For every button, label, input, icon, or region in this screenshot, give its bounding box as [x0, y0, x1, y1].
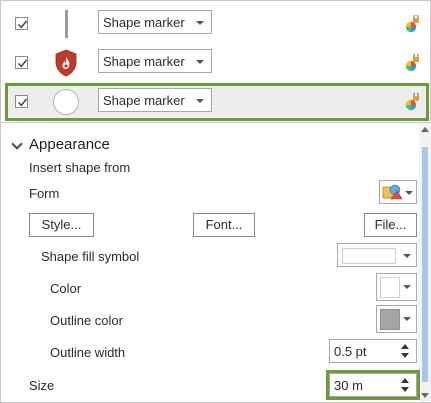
- lock-color-icon[interactable]: [403, 93, 421, 111]
- collapse-chevron-icon[interactable]: [11, 138, 23, 150]
- outline-color-swatch: [380, 309, 400, 330]
- lock-color-icon[interactable]: [403, 54, 421, 72]
- increment-icon[interactable]: [401, 344, 409, 349]
- layer-1-type-dropdown[interactable]: Shape marker: [98, 10, 212, 34]
- caret-down-icon: [405, 191, 413, 195]
- outline-width-value[interactable]: 0.5 pt: [334, 344, 367, 359]
- scroll-down-icon[interactable]: [421, 393, 429, 398]
- color-picker[interactable]: [376, 273, 417, 301]
- caret-down-icon: [403, 317, 411, 321]
- increment-icon[interactable]: [401, 378, 409, 383]
- symbol-layers-panel: Shape marker Shape marker Shape marker A…: [0, 0, 431, 403]
- insert-shape-from-label: Insert shape from: [29, 160, 131, 175]
- vertical-bar-marker-icon: [51, 9, 81, 39]
- scroll-up-icon[interactable]: [421, 127, 429, 132]
- outline-color-label: Outline color: [50, 313, 123, 328]
- style-button[interactable]: Style...: [29, 213, 94, 237]
- outline-width-spinner[interactable]: 0.5 pt: [329, 339, 417, 363]
- form-label: Form: [29, 186, 60, 201]
- outline-width-label: Outline width: [50, 345, 126, 360]
- dropdown-value: Shape marker: [103, 93, 185, 108]
- shape-fill-symbol-label: Shape fill symbol: [41, 249, 140, 264]
- layer-3-type-dropdown[interactable]: Shape marker: [98, 88, 212, 112]
- decrement-icon[interactable]: [401, 387, 409, 392]
- layer-1-checkbox[interactable]: [15, 17, 28, 30]
- fire-shield-marker-icon: [51, 48, 81, 78]
- caret-down-icon: [196, 60, 204, 64]
- section-divider: [1, 122, 431, 123]
- caret-down-icon: [403, 254, 411, 258]
- font-button[interactable]: Font...: [193, 213, 255, 237]
- color-swatch: [380, 277, 400, 298]
- decrement-icon[interactable]: [401, 353, 409, 358]
- dropdown-value: Shape marker: [103, 54, 185, 69]
- shapes-gallery-icon: [382, 184, 403, 200]
- size-spinner[interactable]: 30 m: [326, 370, 420, 400]
- lock-color-icon[interactable]: [403, 15, 421, 33]
- form-picker[interactable]: [379, 180, 417, 204]
- layer-row-2[interactable]: Shape marker: [7, 46, 427, 80]
- vertical-scrollbar[interactable]: [419, 123, 431, 402]
- scroll-thumb[interactable]: [422, 147, 428, 382]
- layer-2-checkbox[interactable]: [15, 56, 28, 69]
- layer-2-type-dropdown[interactable]: Shape marker: [98, 49, 212, 73]
- caret-down-icon: [196, 99, 204, 103]
- size-value[interactable]: 30 m: [334, 378, 363, 393]
- outline-color-picker[interactable]: [376, 305, 417, 333]
- checkmark-icon: [18, 98, 28, 107]
- layer-row-1[interactable]: Shape marker: [7, 7, 427, 41]
- circle-marker-icon: [51, 87, 81, 117]
- color-label: Color: [50, 281, 82, 296]
- checkmark-icon: [18, 59, 28, 68]
- layer-3-checkbox[interactable]: [15, 95, 28, 108]
- fill-symbol-preview: [342, 248, 396, 264]
- size-label: Size: [29, 378, 55, 393]
- appearance-section-title[interactable]: Appearance: [29, 136, 110, 153]
- dropdown-value: Shape marker: [103, 15, 185, 30]
- file-button[interactable]: File...: [364, 213, 417, 237]
- caret-down-icon: [196, 21, 204, 25]
- caret-down-icon: [403, 285, 411, 289]
- shape-fill-symbol-picker[interactable]: [337, 243, 417, 267]
- checkmark-icon: [18, 20, 28, 29]
- layer-row-3[interactable]: Shape marker: [5, 83, 429, 121]
